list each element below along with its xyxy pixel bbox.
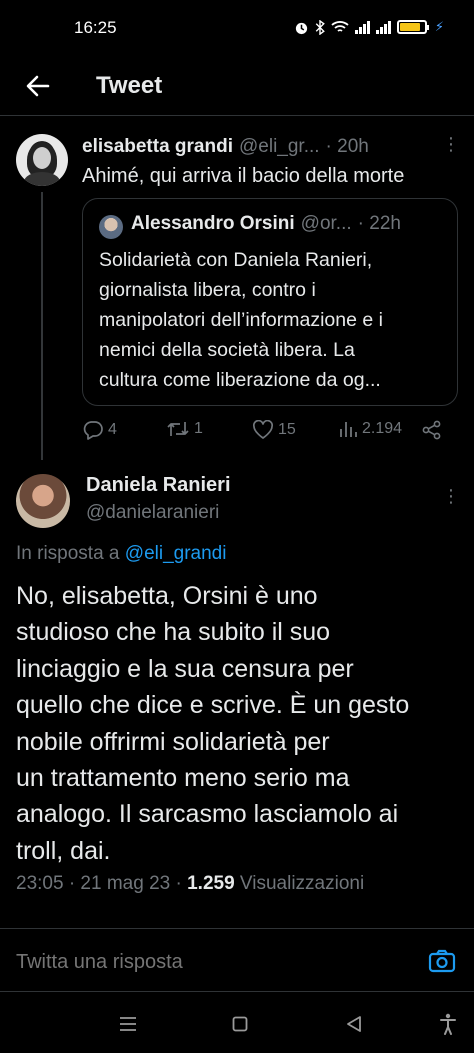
tweet2-views-label: Visualizzazioni	[234, 873, 365, 894]
quote-line: giornalista libera, contro i	[99, 279, 316, 301]
status-time: 16:25	[74, 18, 117, 37]
quote-author-handle: @or...	[300, 213, 352, 234]
quoted-tweet[interactable]: Alessandro Orsini @or... · 22h Solidarie…	[82, 198, 458, 406]
like-count: 15	[278, 421, 296, 438]
like-button[interactable]: 15	[252, 420, 296, 440]
charging-icon: ⚡	[434, 19, 444, 34]
tweet2-line: linciaggio e la sua censura per	[16, 654, 354, 683]
system-navbar	[0, 996, 474, 1053]
tweet1-header: elisabetta grandi @eli_gr... · 20h	[82, 136, 462, 158]
status-bar: 16:25 ⚡	[0, 0, 474, 58]
reply-button[interactable]: 4	[82, 420, 117, 440]
tweet2-line: un trattamento meno serio ma	[16, 764, 350, 793]
back-button[interactable]	[20, 68, 56, 104]
signal-icon-2	[375, 20, 391, 34]
menu-icon	[120, 1017, 136, 1031]
avatar-daniela[interactable]	[16, 474, 70, 528]
tweet1-actions: 4 1 15 2.194	[82, 420, 462, 448]
tweet2-author-handle[interactable]: @danielaranieri	[86, 502, 219, 524]
quote-text: Solidarietà con Daniela Ranieri, giornal…	[99, 245, 449, 395]
tweet2-meta: 23:05 · 21 mag 23 · 1.259 Visualizzazion…	[16, 873, 364, 895]
tweet1-author-handle[interactable]: @eli_gr...	[239, 136, 320, 158]
reply-input[interactable]	[16, 951, 396, 974]
quote-line: manipolatori dell’informazione e i	[99, 309, 383, 331]
share-icon	[422, 420, 441, 440]
quote-time: · 22h	[357, 213, 401, 234]
tweet2-line: analogo. Il sarcasmo lasciamolo ai	[16, 800, 399, 829]
quote-line: cultura come liberazione da og...	[99, 369, 381, 391]
alarm-icon	[295, 22, 307, 34]
avatar-orsini	[99, 215, 123, 239]
quote-author-name: Alessandro Orsini	[131, 213, 295, 234]
tweet1-author-name[interactable]: elisabetta grandi	[82, 136, 233, 158]
tweet2-line: studioso che ha subito il suo	[16, 618, 331, 647]
page-title: Tweet	[96, 72, 163, 99]
retweet-icon	[167, 422, 189, 436]
tweet2-line: quello che dice e scrive. È un gesto	[16, 691, 410, 720]
reply-count: 4	[108, 421, 117, 438]
views-count: 2.194	[362, 420, 403, 437]
camera-icon[interactable]	[428, 949, 456, 973]
retweet-button[interactable]: 1	[166, 420, 203, 438]
tweet2-text: No, elisabetta, Orsini è uno studioso ch…	[16, 578, 466, 869]
tweet1-text: Ahimé, qui arriva il bacio della morte	[82, 165, 405, 187]
triangle-back-icon	[347, 1016, 361, 1032]
back-nav-button[interactable]	[340, 1010, 368, 1038]
avatar-elisabetta[interactable]	[16, 134, 68, 186]
reply-icon	[83, 421, 103, 440]
home-button[interactable]	[226, 1010, 254, 1038]
tweet2-author-name[interactable]: Daniela Ranieri	[86, 474, 231, 497]
square-icon	[232, 1016, 248, 1032]
retweet-count: 1	[194, 420, 203, 437]
top-header: Tweet	[0, 58, 474, 116]
back-arrow-icon	[26, 75, 50, 97]
recents-button[interactable]	[114, 1010, 142, 1038]
reply-context: In risposta a @eli_grandi	[16, 543, 226, 565]
heart-icon	[252, 420, 274, 439]
signal-icon	[354, 20, 370, 34]
tweet1-time[interactable]: · 20h	[326, 136, 369, 158]
reply-composer	[0, 928, 474, 992]
thread-line	[41, 192, 43, 460]
tweet2-line: No, elisabetta, Orsini è uno	[16, 582, 318, 610]
quote-line: nemici della società libera. La	[99, 339, 355, 361]
quote-header: Alessandro Orsini @or... · 22h	[131, 213, 401, 235]
quote-line: Solidarietà con Daniela Ranieri,	[99, 249, 373, 271]
battery-icon	[396, 20, 429, 34]
status-icons: ⚡	[294, 19, 444, 35]
views-button[interactable]: 2.194	[338, 420, 402, 438]
accessibility-icon	[440, 1013, 456, 1035]
tweet2-more-icon[interactable]: ⋮	[442, 486, 461, 507]
reply-prefix: In risposta a	[16, 543, 125, 564]
reply-handle-link[interactable]: @eli_grandi	[125, 543, 227, 564]
accessibility-button[interactable]	[434, 1010, 462, 1038]
bluetooth-icon	[315, 19, 325, 35]
tweet2-views-count: 1.259	[187, 873, 235, 894]
tweet1-more-icon[interactable]: ⋮	[442, 134, 461, 155]
views-icon	[340, 422, 357, 437]
share-button[interactable]	[422, 420, 442, 440]
tweet2-line: nobile offrirmi solidarietà per	[16, 727, 330, 756]
wifi-icon	[331, 21, 349, 32]
tweet2-timestamp: 23:05 · 21 mag 23 ·	[16, 873, 188, 894]
tweet2-line: troll, dai.	[16, 836, 111, 865]
